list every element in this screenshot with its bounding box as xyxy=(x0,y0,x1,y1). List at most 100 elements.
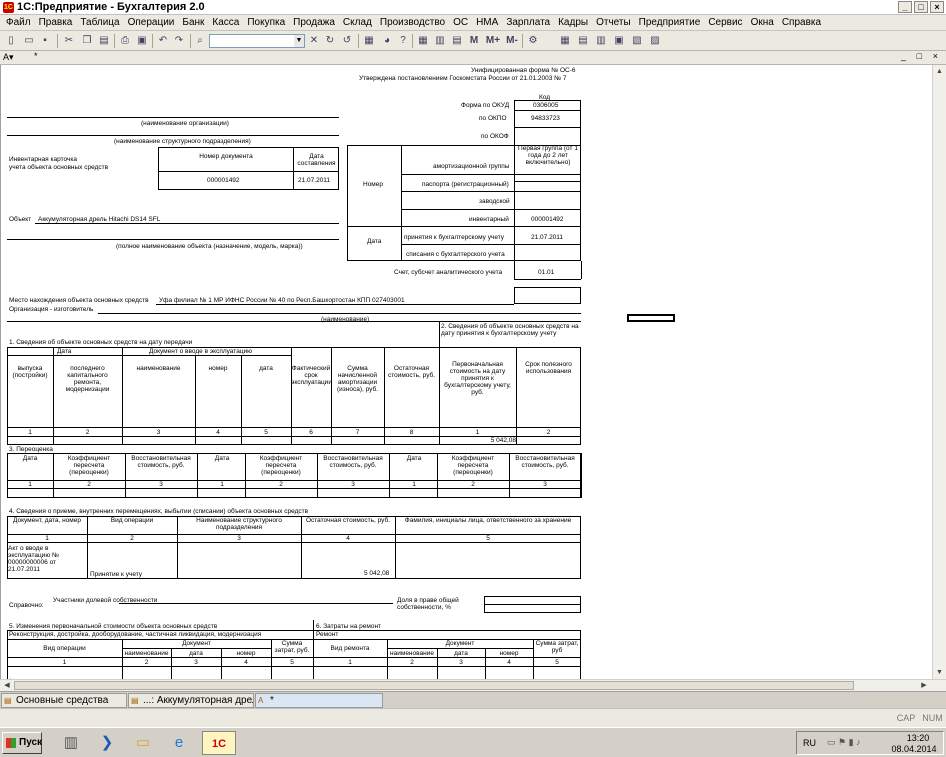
caps-lock-indicator: CAP xyxy=(896,713,916,723)
s6-col-num: номер xyxy=(499,650,519,657)
preview-icon[interactable]: ▣ xyxy=(135,34,149,48)
writeoff-label: списания с бухгалтерского учета xyxy=(406,251,505,258)
vertical-scrollbar[interactable]: ▲ ▼ xyxy=(932,65,946,679)
m-plus-button[interactable]: M+ xyxy=(484,34,502,48)
scroll-down-icon[interactable]: ▼ xyxy=(933,666,946,679)
menu-item-11[interactable]: НМА xyxy=(472,17,502,28)
network-icon[interactable]: ▥ xyxy=(58,731,84,755)
search-input[interactable]: ▼ xyxy=(209,34,305,48)
grid-icon[interactable]: ▦ xyxy=(558,34,572,48)
language-indicator[interactable]: RU xyxy=(803,738,816,748)
menu-item-0[interactable]: Файл xyxy=(2,17,35,28)
internet-explorer-icon[interactable]: e xyxy=(166,731,192,755)
scroll-left-icon[interactable]: ◀ xyxy=(1,680,13,691)
find-prev-icon[interactable]: ↺ xyxy=(340,34,354,48)
menu-item-18[interactable]: Справка xyxy=(778,17,825,28)
explorer-folder-icon[interactable]: ▭ xyxy=(130,731,156,755)
menu-item-16[interactable]: Сервис xyxy=(704,17,746,28)
maximize-button[interactable]: □ xyxy=(914,1,928,13)
s5-num-0: 1 xyxy=(62,659,67,666)
menu-item-9[interactable]: Производство xyxy=(376,17,449,28)
settings-icon[interactable]: ▨ xyxy=(648,34,662,48)
s1-date-header: Дата xyxy=(57,348,72,355)
s3-g2-header-2: Восстановительная стоимость, руб. xyxy=(515,455,575,469)
report-icon[interactable]: ▥ xyxy=(594,34,608,48)
tab-report-form[interactable]: A * xyxy=(255,693,383,708)
s6-num-0: 1 xyxy=(348,659,352,666)
doc-maximize-button[interactable]: □ xyxy=(917,51,922,61)
minimize-button[interactable]: _ xyxy=(898,1,912,13)
cut-icon[interactable]: ✂ xyxy=(62,34,76,48)
doc-close-button[interactable]: × xyxy=(933,51,938,61)
new-document-icon[interactable]: ▯ xyxy=(4,34,18,48)
menu-item-17[interactable]: Окна xyxy=(747,17,778,28)
list-icon[interactable]: ▤ xyxy=(576,34,590,48)
find-next-icon[interactable]: ↻ xyxy=(323,34,337,48)
menu-item-10[interactable]: ОС xyxy=(449,17,472,28)
menu-item-5[interactable]: Касса xyxy=(208,17,243,28)
amort-value: Первая группа (от 1 года до 2 лет включи… xyxy=(518,145,578,166)
s4-col-num-4: 5 xyxy=(486,535,490,542)
section1-title: 1. Сведения об объекте основных средств … xyxy=(9,339,193,346)
s4-col-num-3: 4 xyxy=(346,535,350,542)
horizontal-scrollbar[interactable]: ◀ ▶ xyxy=(0,679,946,691)
open-folder-icon[interactable]: ▭ xyxy=(22,34,36,48)
scroll-up-icon[interactable]: ▲ xyxy=(933,65,946,78)
print-icon[interactable]: ⎙ xyxy=(118,34,132,48)
menu-item-8[interactable]: Склад xyxy=(339,17,376,28)
help-icon[interactable]: ? xyxy=(396,34,410,48)
folder-icon: ▤ xyxy=(4,696,12,705)
memo-icon[interactable]: ▥ xyxy=(433,34,447,48)
search-icon[interactable]: ⌕ xyxy=(193,34,207,48)
table-icon[interactable]: ▤ xyxy=(450,34,464,48)
s3-g0-header-1: Коэффициент пересчета (переоценки) xyxy=(67,455,111,476)
scroll-thumb[interactable] xyxy=(14,681,854,690)
tools-icon[interactable]: ⚙ xyxy=(526,34,540,48)
save-icon[interactable]: ▪ xyxy=(38,34,52,48)
search-clear-icon[interactable]: ✕ xyxy=(307,34,321,48)
m-button[interactable]: M xyxy=(467,34,481,48)
menu-item-6[interactable]: Покупка xyxy=(243,17,289,28)
s1-col-num-1: 2 xyxy=(85,429,90,436)
section4-title: 4. Сведения о приеме, внутренних перемещ… xyxy=(9,508,309,515)
calculator-icon[interactable]: ▦ xyxy=(416,34,430,48)
selected-cell-cursor[interactable] xyxy=(627,314,675,322)
m-minus-button[interactable]: M- xyxy=(503,34,521,48)
chevron-down-icon[interactable]: ▼ xyxy=(294,35,304,47)
info-icon[interactable]: ◕ xyxy=(380,34,394,48)
menu-item-2[interactable]: Таблица xyxy=(76,17,123,28)
s6-col-date: дата xyxy=(454,650,468,657)
menu-item-14[interactable]: Отчеты xyxy=(592,17,635,28)
doc-minimize-button[interactable]: _ xyxy=(901,51,906,61)
s2-col-num-1: 2 xyxy=(546,429,551,436)
copy-icon[interactable]: ❐ xyxy=(80,34,94,48)
tab-fixed-assets[interactable]: ▤ Основные средства xyxy=(1,693,127,708)
menu-item-15[interactable]: Предприятие xyxy=(635,17,705,28)
menu-item-1[interactable]: Правка xyxy=(35,17,77,28)
s6-num-1: 2 xyxy=(410,659,414,666)
account-icon[interactable]: ▧ xyxy=(630,34,644,48)
s1-col-num-5: 6 xyxy=(309,429,313,436)
menu-item-3[interactable]: Операции xyxy=(124,17,179,28)
menu-item-4[interactable]: Банк xyxy=(178,17,208,28)
paste-icon[interactable]: ▤ xyxy=(97,34,111,48)
passport-label: паспорта (регистрационный) xyxy=(422,181,509,188)
undo-icon[interactable]: ↶ xyxy=(156,34,170,48)
powershell-icon[interactable]: ❯ xyxy=(94,731,120,755)
close-button[interactable]: × xyxy=(930,1,944,13)
scroll-right-icon[interactable]: ▶ xyxy=(918,680,930,691)
s6-col-name: наименование xyxy=(390,650,434,657)
1c-taskbar-button[interactable]: 1С xyxy=(202,731,236,755)
tray-icons[interactable]: ▭ ⚑ ▮ ♪ xyxy=(827,737,861,748)
s4-row-op: Принятие к учету xyxy=(90,571,143,578)
menu-item-12[interactable]: Зарплата xyxy=(502,17,554,28)
doc-num-header: Номер документа xyxy=(199,153,253,160)
ref-label: Справочно: xyxy=(9,602,44,609)
chart-icon[interactable]: ▣ xyxy=(612,34,626,48)
menu-item-7[interactable]: Продажа xyxy=(289,17,339,28)
tab-drill-card[interactable]: ▤...: Аккумуляторная дрель ... xyxy=(128,693,254,708)
redo-icon[interactable]: ↷ xyxy=(172,34,186,48)
menu-item-13[interactable]: Кадры xyxy=(554,17,592,28)
start-button[interactable]: Пуск xyxy=(2,732,42,754)
calendar-icon[interactable]: ▦ xyxy=(362,34,376,48)
